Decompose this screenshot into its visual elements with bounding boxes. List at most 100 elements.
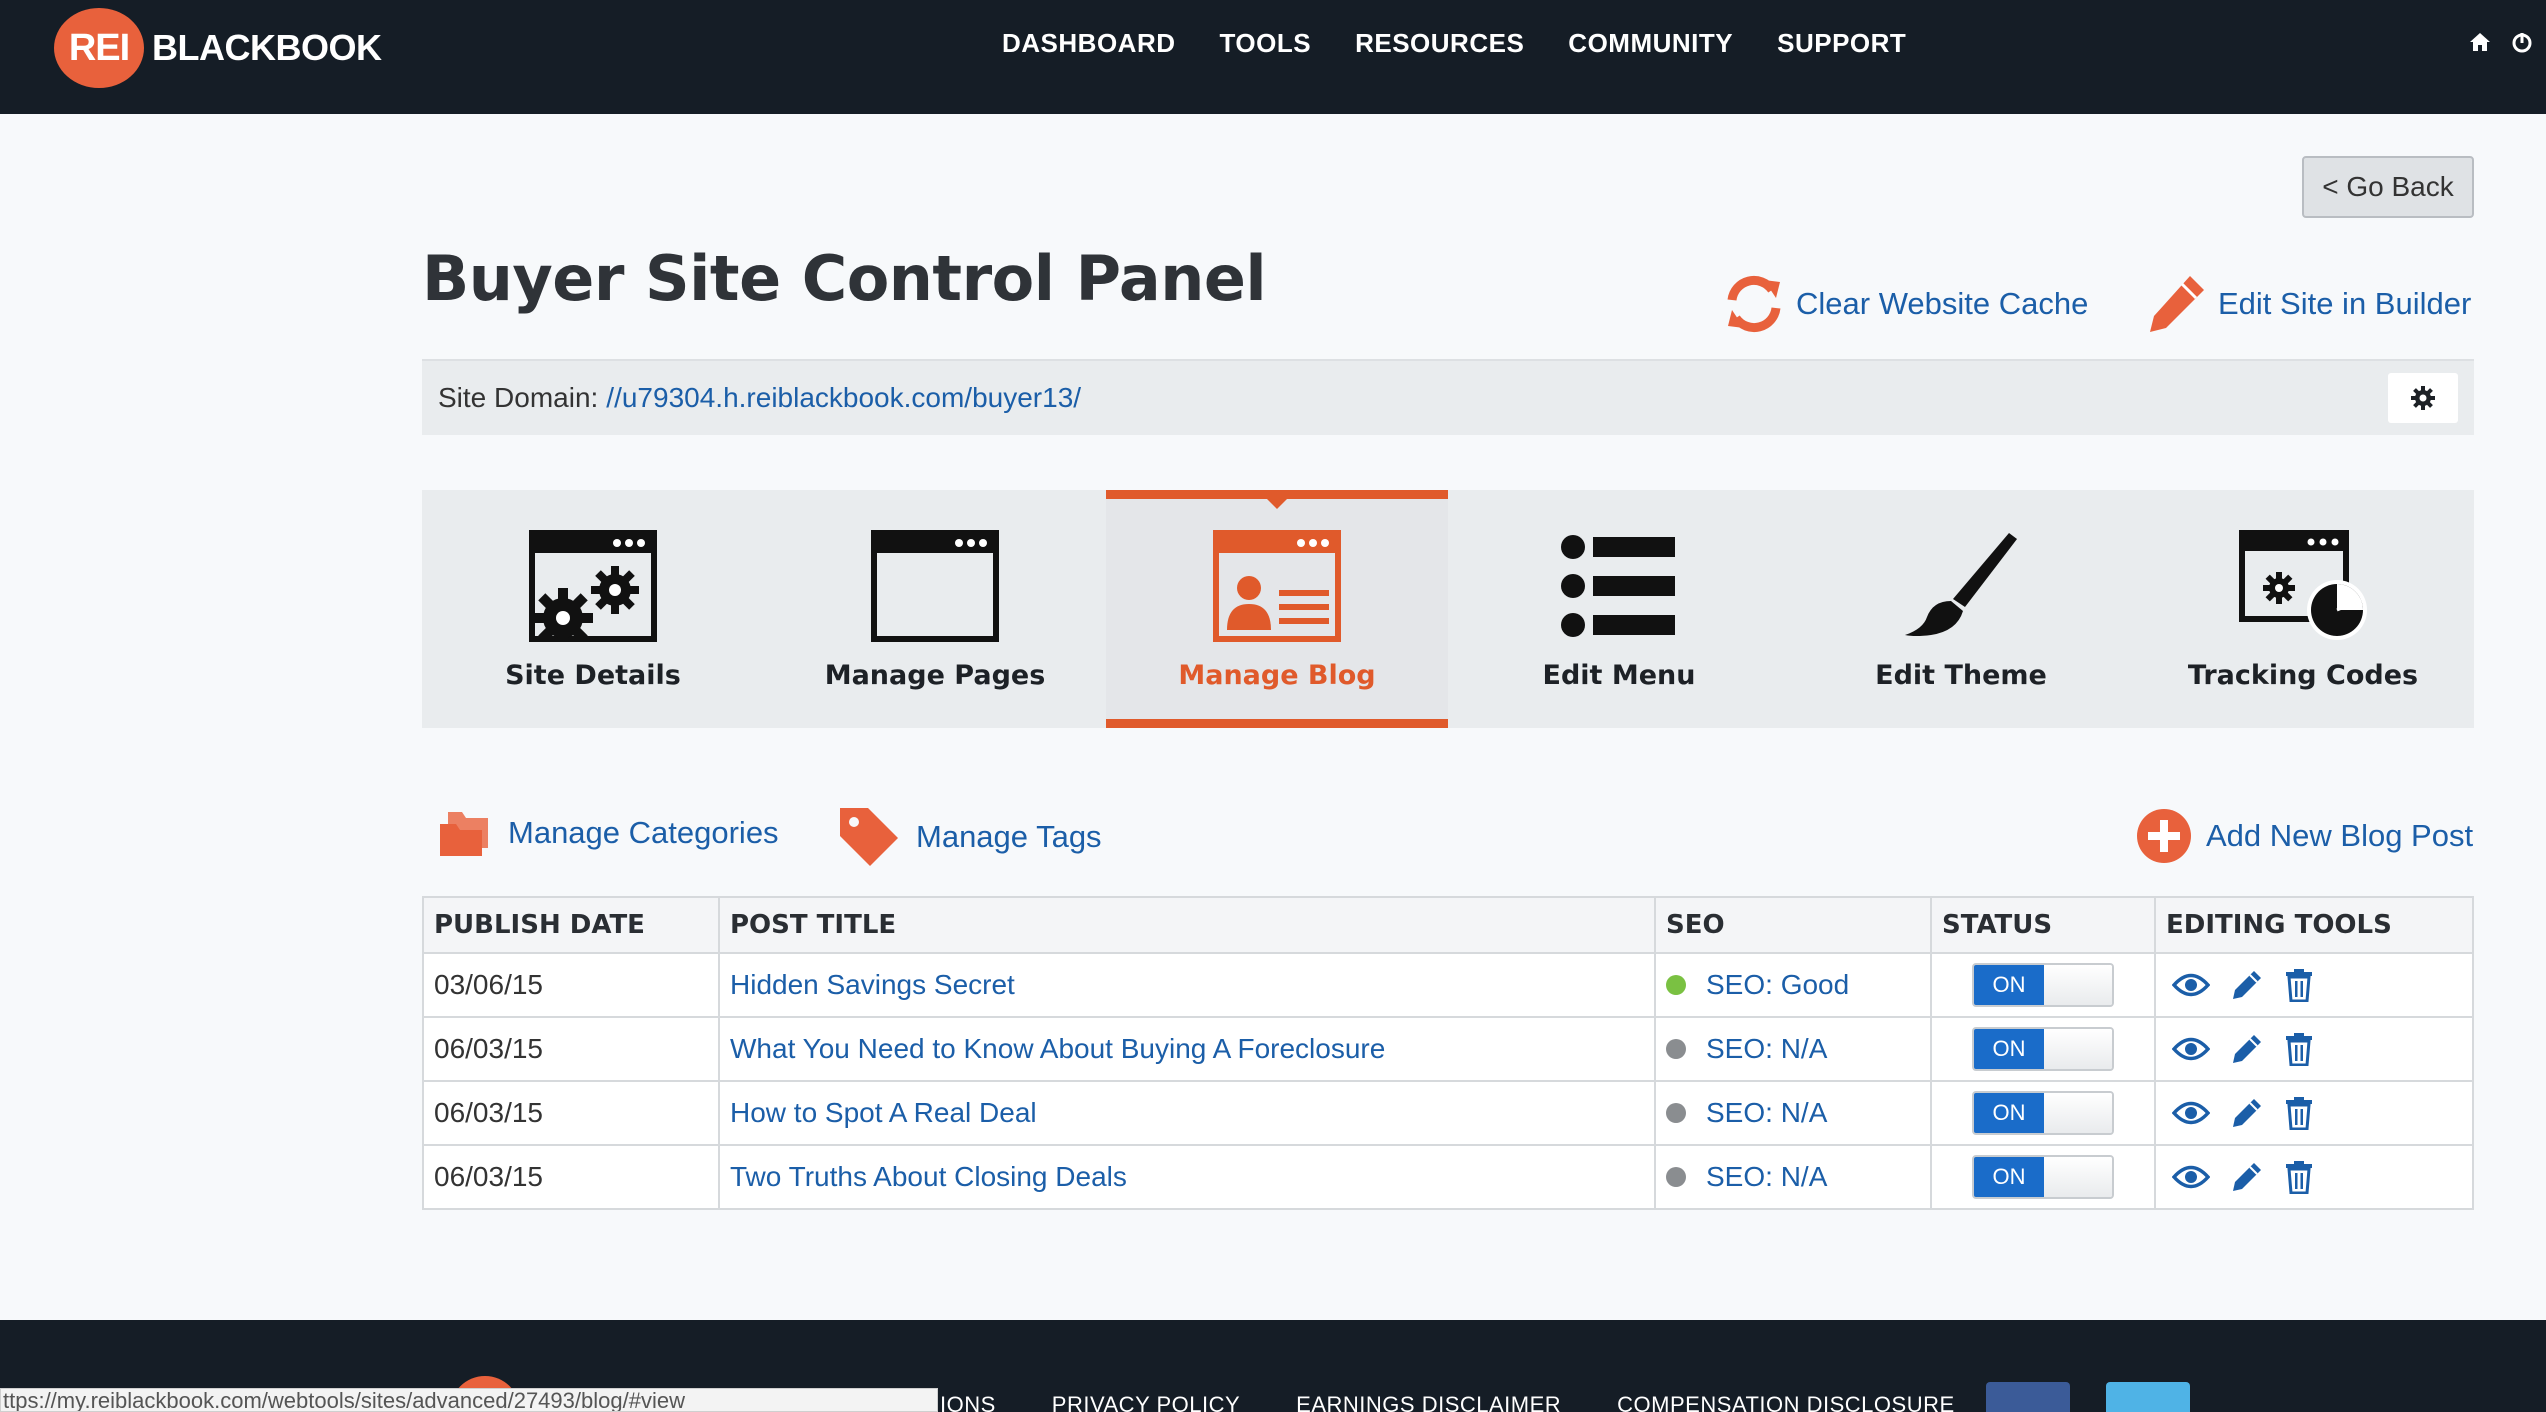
site-domain-label: Site Domain: xyxy=(438,382,599,413)
edit-pencil-icon[interactable] xyxy=(2230,1096,2264,1130)
power-icon[interactable] xyxy=(2510,30,2534,54)
post-title-link[interactable]: Two Truths About Closing Deals xyxy=(718,1144,1656,1210)
logo[interactable]: REI BLACKBOOK xyxy=(54,8,382,88)
clear-cache-link[interactable]: Clear Website Cache xyxy=(1720,270,2088,338)
footer-link-earnings[interactable]: EARNINGS DISCLAIMER xyxy=(1296,1392,1561,1412)
edit-pencil-icon[interactable] xyxy=(2230,1160,2264,1194)
browser-profile-icon xyxy=(1213,530,1341,642)
facebook-icon[interactable] xyxy=(1986,1382,2070,1412)
delete-trash-icon[interactable] xyxy=(2284,968,2314,1002)
seo-text[interactable]: SEO: N/A xyxy=(1706,1097,1827,1129)
seo-cell: SEO: Good xyxy=(1654,952,1932,1018)
logo-badge: REI xyxy=(54,8,144,88)
nav-support[interactable]: SUPPORT xyxy=(1755,28,1928,59)
domain-settings-button[interactable] xyxy=(2388,373,2458,423)
post-title-link[interactable]: What You Need to Know About Buying A For… xyxy=(718,1016,1656,1082)
tab-edit-theme-label: Edit Theme xyxy=(1875,660,2047,691)
tab-tracking-codes[interactable]: Tracking Codes xyxy=(2132,490,2474,728)
blog-posts-table: PUBLISH DATE POST TITLE SEO STATUS EDITI… xyxy=(422,896,2474,1210)
delete-trash-icon[interactable] xyxy=(2284,1032,2314,1066)
view-eye-icon[interactable] xyxy=(2172,1036,2210,1062)
view-eye-icon[interactable] xyxy=(2172,1164,2210,1190)
site-domain-bar: Site Domain: //u79304.h.reiblackbook.com… xyxy=(422,359,2474,435)
manage-tags-link[interactable]: Manage Tags xyxy=(836,804,1102,870)
refresh-icon xyxy=(1727,276,1781,332)
toggle-on-label: ON xyxy=(1974,1157,2044,1197)
tab-site-details[interactable]: Site Details xyxy=(422,490,764,728)
status-cell: ON xyxy=(1930,1016,2156,1082)
tab-edit-theme[interactable]: Edit Theme xyxy=(1790,490,2132,728)
col-seo[interactable]: SEO xyxy=(1654,896,1932,954)
nav-tools[interactable]: TOOLS xyxy=(1198,28,1334,59)
footer-link-compensation[interactable]: COMPENSATION DISCLOSURE xyxy=(1617,1392,1954,1412)
status-toggle[interactable]: ON xyxy=(1972,1091,2114,1135)
control-panel-tabs: Site Details Manage Pages Manage Blog Ed… xyxy=(422,490,2474,728)
status-toggle[interactable]: ON xyxy=(1972,1027,2114,1071)
toggle-knob xyxy=(2044,1157,2112,1197)
publish-date: 06/03/15 xyxy=(422,1080,720,1146)
view-eye-icon[interactable] xyxy=(2172,972,2210,998)
list-icon xyxy=(1561,535,1675,637)
publish-date: 03/06/15 xyxy=(422,952,720,1018)
post-title-link[interactable]: How to Spot A Real Deal xyxy=(718,1080,1656,1146)
add-blog-post-label: Add New Blog Post xyxy=(2206,818,2474,853)
tab-edit-menu[interactable]: Edit Menu xyxy=(1448,490,1790,728)
seo-cell: SEO: N/A xyxy=(1654,1080,1932,1146)
nav-dashboard[interactable]: DASHBOARD xyxy=(980,28,1198,59)
col-status[interactable]: STATUS xyxy=(1930,896,2156,954)
table-row: 06/03/15 How to Spot A Real Deal SEO: N/… xyxy=(422,1080,2474,1146)
view-eye-icon[interactable] xyxy=(2172,1100,2210,1126)
edit-builder-link[interactable]: Edit Site in Builder xyxy=(2142,270,2471,338)
status-toggle[interactable]: ON xyxy=(1972,963,2114,1007)
tab-manage-blog[interactable]: Manage Blog xyxy=(1106,490,1448,728)
browser-gear-icon xyxy=(529,530,657,642)
seo-text[interactable]: SEO: N/A xyxy=(1706,1161,1827,1193)
twitter-icon[interactable] xyxy=(2106,1382,2190,1412)
col-post-title[interactable]: POST TITLE xyxy=(718,896,1656,954)
status-cell: ON xyxy=(1930,1080,2156,1146)
status-toggle[interactable]: ON xyxy=(1972,1155,2114,1199)
clear-cache-label: Clear Website Cache xyxy=(1796,286,2089,321)
tab-manage-pages-label: Manage Pages xyxy=(824,660,1046,691)
site-domain-url[interactable]: //u79304.h.reiblackbook.com/buyer13/ xyxy=(606,382,1081,414)
status-cell: ON xyxy=(1930,952,2156,1018)
seo-status-dot xyxy=(1666,1103,1686,1123)
browser-window-icon xyxy=(871,530,999,642)
footer-link-terms[interactable]: IONS xyxy=(940,1392,996,1412)
toggle-knob xyxy=(2044,1029,2112,1069)
delete-trash-icon[interactable] xyxy=(2284,1160,2314,1194)
plus-circle-icon xyxy=(2137,809,2191,863)
page-title: Buyer Site Control Panel xyxy=(422,242,1267,315)
home-icon[interactable] xyxy=(2468,30,2492,54)
toggle-knob xyxy=(2044,1093,2112,1133)
tab-edit-menu-label: Edit Menu xyxy=(1542,660,1696,691)
edit-pencil-icon[interactable] xyxy=(2230,968,2264,1002)
seo-text[interactable]: SEO: Good xyxy=(1706,969,1849,1001)
footer-link-privacy[interactable]: PRIVACY POLICY xyxy=(1052,1392,1240,1412)
edit-pencil-icon[interactable] xyxy=(2230,1032,2264,1066)
seo-status-dot xyxy=(1666,975,1686,995)
seo-text[interactable]: SEO: N/A xyxy=(1706,1033,1827,1065)
table-row: 06/03/15 What You Need to Know About Buy… xyxy=(422,1016,2474,1082)
post-title-link[interactable]: Hidden Savings Secret xyxy=(718,952,1656,1018)
manage-tags-label: Manage Tags xyxy=(916,819,1102,854)
col-publish-date[interactable]: PUBLISH DATE xyxy=(422,896,720,954)
top-navbar: REI BLACKBOOK DASHBOARD TOOLS RESOURCES … xyxy=(0,0,2546,114)
publish-date: 06/03/15 xyxy=(422,1144,720,1210)
go-back-button[interactable]: < Go Back xyxy=(2302,156,2474,218)
status-cell: ON xyxy=(1930,1144,2156,1210)
add-blog-post-link[interactable]: Add New Blog Post xyxy=(2136,808,2473,864)
manage-categories-label: Manage Categories xyxy=(508,815,779,850)
delete-trash-icon[interactable] xyxy=(2284,1096,2314,1130)
tools-cell xyxy=(2154,1016,2474,1082)
toggle-on-label: ON xyxy=(1974,965,2044,1005)
tab-site-details-label: Site Details xyxy=(505,660,681,691)
nav-community[interactable]: COMMUNITY xyxy=(1546,28,1755,59)
manage-categories-link[interactable]: Manage Categories xyxy=(436,808,779,858)
tab-manage-pages[interactable]: Manage Pages xyxy=(764,490,1106,728)
browser-chart-icon xyxy=(2239,530,2367,640)
tools-cell xyxy=(2154,952,2474,1018)
toggle-on-label: ON xyxy=(1974,1029,2044,1069)
nav-resources[interactable]: RESOURCES xyxy=(1333,28,1546,59)
toggle-on-label: ON xyxy=(1974,1093,2044,1133)
